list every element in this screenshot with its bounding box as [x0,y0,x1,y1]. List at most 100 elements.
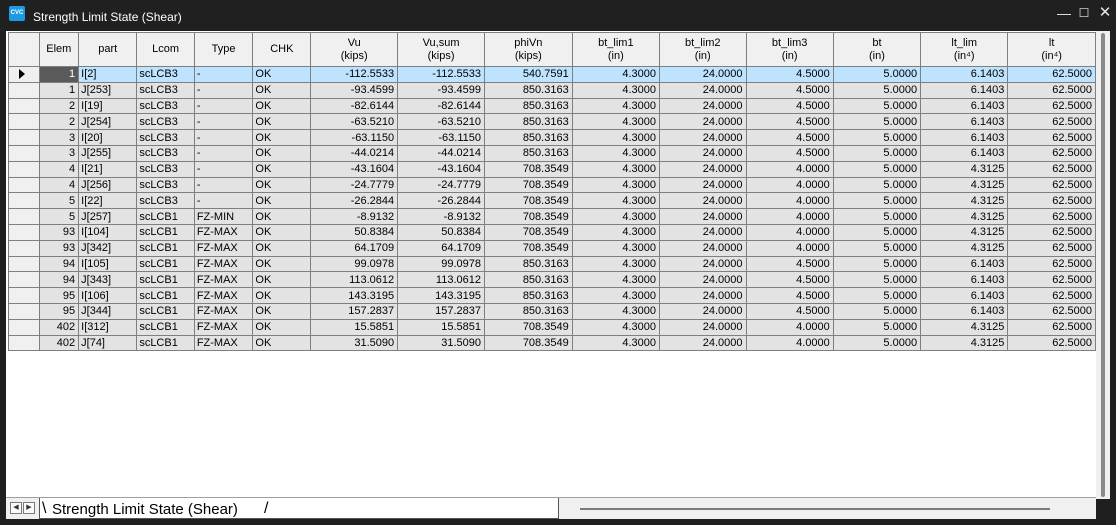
cell-elem[interactable]: 2 [38,97,80,115]
cell-phivn[interactable]: 708.3549 [483,334,573,352]
cell-phivn[interactable]: 850.3163 [483,97,573,115]
cell-bt-lim3[interactable]: 4.0000 [745,192,834,210]
cell-lt[interactable]: 62.5000 [1007,144,1096,162]
cell-bt[interactable]: 5.0000 [832,66,922,83]
cell-bt-lim3[interactable]: 4.5000 [745,129,834,146]
cell-lt-lim[interactable]: 6.1403 [920,255,1009,273]
cell-chk[interactable]: OK [252,208,312,225]
cell-chk[interactable]: OK [252,144,312,162]
cell-phivn[interactable]: 850.3163 [483,302,573,320]
row-header[interactable] [8,271,40,289]
cell-bt-lim1[interactable]: 4.3000 [571,160,660,178]
cell-vusum[interactable]: -44.0214 [397,144,485,162]
cell-vu[interactable]: 15.5851 [310,318,399,336]
cell-bt[interactable]: 5.0000 [832,160,922,178]
cell-bt-lim3[interactable]: 4.5000 [745,144,834,162]
close-button[interactable]: ✕ [1095,4,1115,22]
table-row[interactable]: 93 J[342] scLCB1 FZ-MAX OK 64.1709 64.1709 708.… [8,239,1096,257]
table-row[interactable]: 2 I[19] scLCB3- OK -82.6144 -82.6144 850.3163 4… [8,97,1096,115]
cell-chk[interactable]: OK [252,176,312,194]
cell-vusum[interactable]: 31.5090 [397,334,485,352]
cell-phivn[interactable]: 850.3163 [483,271,573,289]
table-row[interactable]: 5 I[22] scLCB3- OK -26.2844 -26.2844 708.3549 4… [8,192,1096,210]
cell-bt-lim1[interactable]: 4.3000 [571,192,660,210]
cell-bt-lim2[interactable]: 24.0000 [658,208,747,225]
cell-bt[interactable]: 5.0000 [832,302,922,320]
row-header[interactable] [8,144,40,162]
cell-elem[interactable]: 402 [38,318,80,336]
cell-lcom[interactable]: scLCB1 [136,255,195,273]
row-header[interactable] [8,160,40,178]
row-header[interactable] [8,255,40,273]
col-header-vusum[interactable]: Vu,sum (kips) [397,32,485,67]
cell-vusum[interactable]: 113.0612 [397,271,485,289]
cell-type[interactable]: - [193,129,254,146]
cell-vusum[interactable]: 50.8384 [397,223,485,241]
cell-bt-lim3[interactable]: 4.5000 [745,66,834,83]
table-row[interactable]: 95 J[344] scLCB1 FZ-MAX OK 157.2837 157.2837 85… [8,302,1096,320]
cell-bt-lim1[interactable]: 4.3000 [571,287,660,304]
cell-elem[interactable]: 93 [38,223,80,241]
cell-bt-lim3[interactable]: 4.5000 [745,271,834,289]
cell-phivn[interactable]: 850.3163 [483,255,573,273]
cell-elem[interactable]: 2 [38,113,80,131]
cell-lt[interactable]: 62.5000 [1007,223,1096,241]
cell-vusum[interactable]: 143.3195 [397,287,485,304]
cell-elem[interactable]: 1 [38,81,80,99]
cell-vusum[interactable]: -63.5210 [397,113,485,131]
cell-vu[interactable]: -8.9132 [310,208,399,225]
cell-lt[interactable]: 62.5000 [1007,318,1096,336]
cell-lcom[interactable]: scLCB1 [136,334,195,352]
cell-part[interactable]: J[74] [78,334,138,352]
table-row[interactable]: 94 I[105] scLCB1 FZ-MAX OK 99.0978 99.0978 850.… [8,255,1096,273]
cell-bt-lim2[interactable]: 24.0000 [658,334,747,352]
cell-vu[interactable]: -26.2844 [310,192,399,210]
cell-part[interactable]: I[19] [78,97,138,115]
cell-lt[interactable]: 62.5000 [1007,113,1096,131]
cell-vusum[interactable]: -43.1604 [397,160,485,178]
cell-part[interactable]: I[104] [78,223,138,241]
cell-bt-lim3[interactable]: 4.5000 [745,97,834,115]
cell-lt[interactable]: 62.5000 [1007,129,1096,146]
cell-lt-lim[interactable]: 6.1403 [920,81,1009,99]
cell-vusum[interactable]: 64.1709 [397,239,485,257]
cell-chk[interactable]: OK [252,66,312,83]
cell-lt[interactable]: 62.5000 [1007,271,1096,289]
cell-lcom[interactable]: scLCB1 [136,208,195,225]
cell-phivn[interactable]: 850.3163 [483,81,573,99]
cell-bt-lim1[interactable]: 4.3000 [571,302,660,320]
cell-bt-lim2[interactable]: 24.0000 [658,318,747,336]
cell-chk[interactable]: OK [252,287,312,304]
cell-elem[interactable]: 3 [38,144,80,162]
cell-type[interactable]: - [193,81,254,99]
cell-vu[interactable]: -82.6144 [310,97,399,115]
cell-lt[interactable]: 62.5000 [1007,255,1096,273]
cell-chk[interactable]: OK [252,113,312,131]
cell-vu[interactable]: 99.0978 [310,255,399,273]
cell-chk[interactable]: OK [252,129,312,146]
cell-chk[interactable]: OK [252,192,312,210]
corner-header[interactable] [8,32,40,67]
cell-lcom[interactable]: scLCB1 [136,287,195,304]
cell-chk[interactable]: OK [252,302,312,320]
cell-bt-lim2[interactable]: 24.0000 [658,129,747,146]
row-header[interactable] [8,223,40,241]
cell-lt[interactable]: 62.5000 [1007,176,1096,194]
col-header-phivn[interactable]: phiVn (kips) [483,32,573,67]
cell-lt-lim[interactable]: 4.3125 [920,160,1009,178]
cell-bt-lim1[interactable]: 4.3000 [571,318,660,336]
table-row[interactable]: 94 J[343] scLCB1 FZ-MAX OK 113.0612 113.0612 85… [8,271,1096,289]
cell-bt-lim1[interactable]: 4.3000 [571,208,660,225]
cell-bt-lim2[interactable]: 24.0000 [658,223,747,241]
horizontal-scroll-thumb[interactable] [580,508,1050,510]
cell-bt-lim1[interactable]: 4.3000 [571,81,660,99]
cell-lcom[interactable]: scLCB3 [136,66,195,83]
cell-bt-lim1[interactable]: 4.3000 [571,176,660,194]
cell-chk[interactable]: OK [252,239,312,257]
cell-type[interactable]: FZ-MAX [193,302,254,320]
cell-bt-lim1[interactable]: 4.3000 [571,144,660,162]
cell-lcom[interactable]: scLCB3 [136,160,195,178]
row-header[interactable] [8,287,40,304]
cell-vu[interactable]: -63.5210 [310,113,399,131]
cell-bt-lim2[interactable]: 24.0000 [658,239,747,257]
